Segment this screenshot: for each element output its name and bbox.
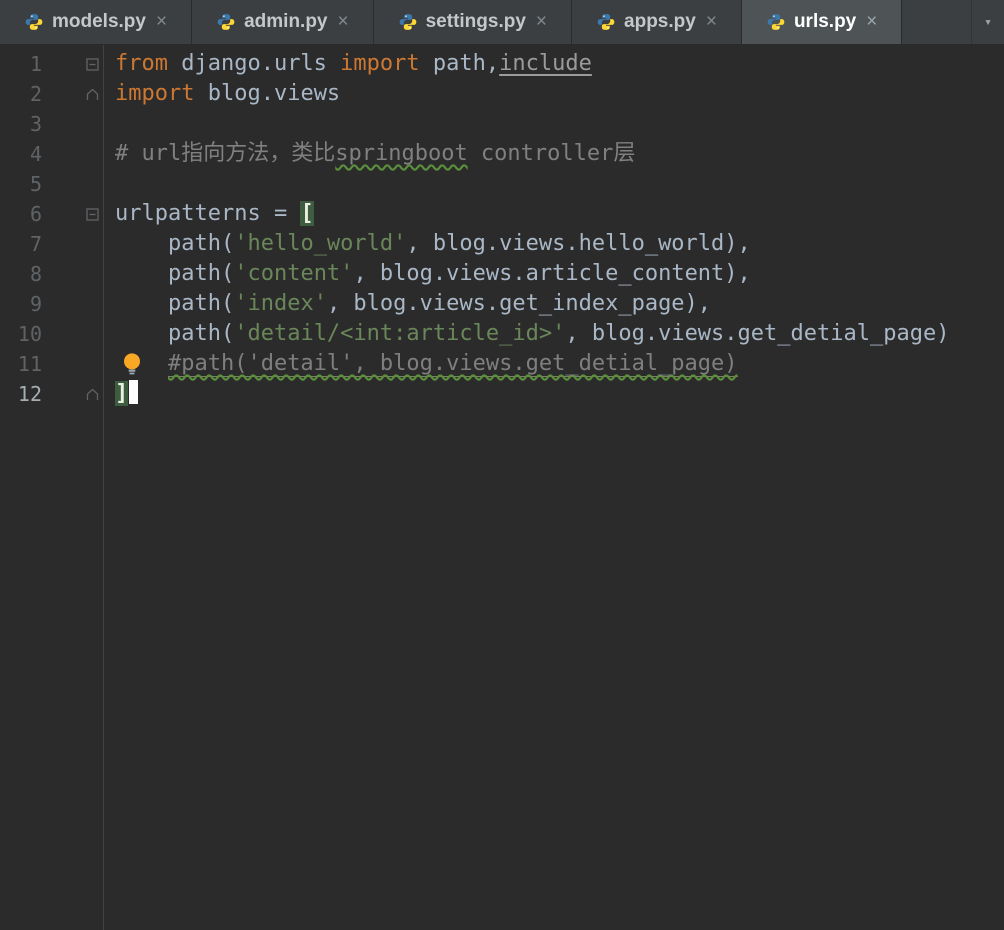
tab-urls-py[interactable]: urls.py × bbox=[742, 0, 902, 44]
line-number: 2 bbox=[0, 79, 42, 109]
fold-spacer bbox=[81, 139, 103, 169]
code-token: 'index' bbox=[234, 291, 327, 316]
tab-apps-py[interactable]: apps.py × bbox=[572, 0, 742, 44]
line-number: 12 bbox=[0, 379, 42, 409]
code-token: from bbox=[115, 51, 168, 76]
editor-tab-bar: models.py×admin.py×settings.py×apps.py×u… bbox=[0, 0, 1004, 45]
editor: 123456789101112 from django.urls import … bbox=[0, 45, 1004, 930]
tabs: models.py×admin.py×settings.py×apps.py×u… bbox=[0, 0, 902, 44]
code-token: path( bbox=[115, 261, 234, 286]
line-number: 8 bbox=[0, 259, 42, 289]
python-file-icon bbox=[398, 12, 418, 32]
fold-spacer bbox=[81, 109, 103, 139]
tab-close-icon[interactable]: × bbox=[338, 11, 349, 33]
line-number: 7 bbox=[0, 229, 42, 259]
tab-list-dropdown-icon[interactable]: ▾ bbox=[971, 0, 1004, 44]
code-line-7[interactable]: path('hello_world', blog.views.hello_wor… bbox=[104, 229, 1004, 259]
tab-label: admin.py bbox=[244, 11, 327, 33]
line-number: 11 bbox=[0, 349, 42, 379]
code-token: path( bbox=[115, 321, 234, 346]
code-line-5[interactable] bbox=[104, 169, 1004, 199]
fold-start-icon[interactable] bbox=[81, 199, 103, 229]
code-token: controller层 bbox=[468, 141, 636, 166]
code-token: , blog.views.get_index_page), bbox=[327, 291, 711, 316]
tab-label: models.py bbox=[52, 11, 146, 33]
tab-close-icon[interactable]: × bbox=[156, 11, 167, 33]
tab-label: urls.py bbox=[794, 11, 856, 33]
tab-admin-py[interactable]: admin.py × bbox=[192, 0, 374, 44]
code-token: ] bbox=[115, 381, 128, 406]
tab-close-icon[interactable]: × bbox=[866, 11, 877, 33]
code-token: # url指向方法，类比 bbox=[115, 141, 335, 166]
python-file-icon bbox=[24, 12, 44, 32]
code-token: 'content' bbox=[234, 261, 353, 286]
code-area[interactable]: from django.urls import path,includeimpo… bbox=[104, 45, 1004, 930]
line-number: 10 bbox=[0, 319, 42, 349]
line-number: 9 bbox=[0, 289, 42, 319]
code-token: path( bbox=[115, 231, 234, 256]
tab-settings-py[interactable]: settings.py × bbox=[374, 0, 572, 44]
line-number: 5 bbox=[0, 169, 42, 199]
editor-gutter: 123456789101112 bbox=[0, 45, 104, 930]
python-file-icon bbox=[216, 12, 236, 32]
code-line-1[interactable]: from django.urls import path,include bbox=[104, 49, 1004, 79]
code-line-12[interactable]: ] bbox=[104, 379, 1004, 409]
fold-spacer bbox=[81, 229, 103, 259]
code-token: urlpatterns = bbox=[115, 201, 300, 226]
tab-close-icon[interactable]: × bbox=[706, 11, 717, 33]
code-token: , blog.views.get_detial_page) bbox=[565, 321, 949, 346]
code-line-4[interactable]: # url指向方法，类比springboot controller层 bbox=[104, 139, 1004, 169]
code-token: , blog.views.hello_world), bbox=[406, 231, 750, 256]
tab-models-py[interactable]: models.py × bbox=[0, 0, 192, 44]
code-token: 'hello_world' bbox=[234, 231, 406, 256]
code-token: blog.views bbox=[194, 81, 340, 106]
fold-start-icon[interactable] bbox=[81, 49, 103, 79]
tab-close-icon[interactable]: × bbox=[536, 11, 547, 33]
code-token: #path('detail', blog.views.get_detial_pa… bbox=[168, 351, 738, 377]
code-token: path, bbox=[420, 51, 499, 76]
fold-spacer bbox=[81, 169, 103, 199]
code-line-9[interactable]: path('index', blog.views.get_index_page)… bbox=[104, 289, 1004, 319]
code-line-3[interactable] bbox=[104, 109, 1004, 139]
text-caret bbox=[129, 380, 138, 404]
python-file-icon bbox=[596, 12, 616, 32]
line-number: 4 bbox=[0, 139, 42, 169]
code-token: [ bbox=[300, 201, 313, 226]
line-number: 1 bbox=[0, 49, 42, 79]
python-file-icon bbox=[766, 12, 786, 32]
fold-spacer bbox=[81, 349, 103, 379]
fold-end-icon[interactable] bbox=[81, 379, 103, 409]
intention-bulb-icon[interactable] bbox=[121, 352, 143, 376]
line-number: 6 bbox=[0, 199, 42, 229]
code-token: springboot bbox=[335, 141, 467, 166]
code-token: import bbox=[340, 51, 419, 76]
code-token: 'detail/<int:article_id>' bbox=[234, 321, 565, 346]
code-token: import bbox=[115, 81, 194, 106]
fold-end-icon[interactable] bbox=[81, 79, 103, 109]
code-line-8[interactable]: path('content', blog.views.article_conte… bbox=[104, 259, 1004, 289]
code-token: path( bbox=[115, 291, 234, 316]
code-token: include bbox=[499, 51, 592, 76]
tab-label: settings.py bbox=[426, 11, 526, 33]
code-token: django.urls bbox=[168, 51, 340, 76]
ide-window: { "tab_bar": { "tabs": [ {"label": "mode… bbox=[0, 0, 1004, 930]
code-token: , blog.views.article_content), bbox=[353, 261, 750, 286]
fold-spacer bbox=[81, 259, 103, 289]
code-line-2[interactable]: import blog.views bbox=[104, 79, 1004, 109]
fold-spacer bbox=[81, 289, 103, 319]
code-line-10[interactable]: path('detail/<int:article_id>', blog.vie… bbox=[104, 319, 1004, 349]
code-line-6[interactable]: urlpatterns = [ bbox=[104, 199, 1004, 229]
tab-label: apps.py bbox=[624, 11, 696, 33]
code-line-11[interactable]: #path('detail', blog.views.get_detial_pa… bbox=[104, 349, 1004, 379]
line-number: 3 bbox=[0, 109, 42, 139]
fold-spacer bbox=[81, 319, 103, 349]
